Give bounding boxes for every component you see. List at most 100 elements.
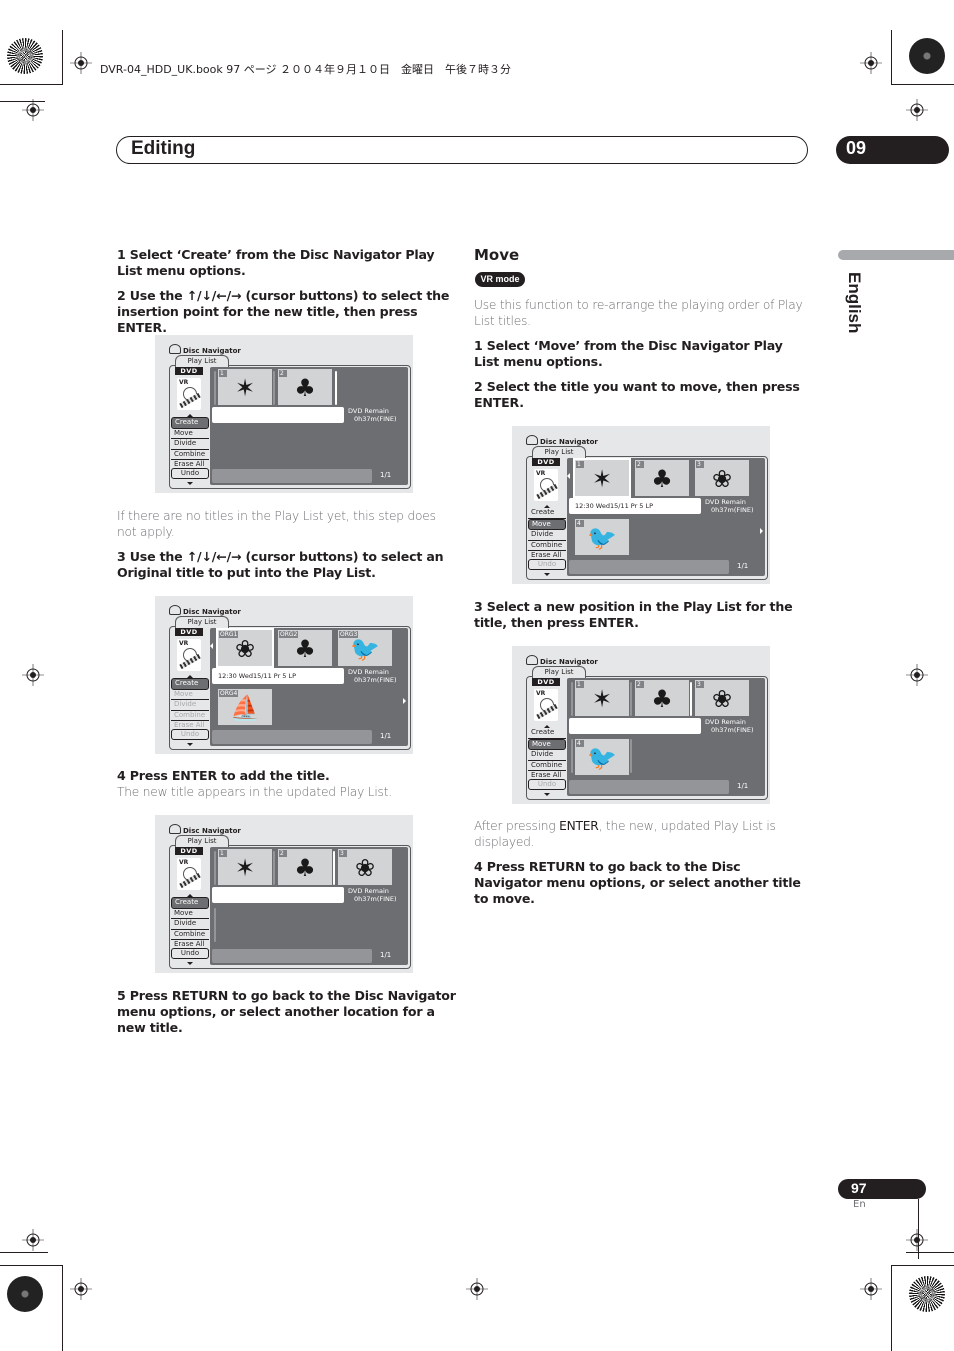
menu-item-divide[interactable]: Divide — [528, 530, 566, 541]
menu-item-divide[interactable]: Divide — [171, 439, 209, 450]
disc-navigator-screen: Disc Navigator Play List DVD VR Create Move Di… — [155, 335, 413, 493]
registration-mark-icon — [22, 1229, 44, 1251]
dvd-remain: DVD Remain 0h37m(FINE) — [348, 887, 406, 903]
language-tab-label: English — [845, 272, 864, 334]
title-thumbnail[interactable]: 4 🐦 — [575, 739, 629, 775]
scroll-right-icon[interactable] — [403, 698, 406, 704]
title-thumbnail[interactable]: ORG2 ♣ — [278, 630, 332, 666]
menu-item-move[interactable]: Move — [528, 738, 566, 750]
screen-sidebar: DVD VR Create Move Divide Combine Erase All Und… — [528, 458, 568, 578]
scroll-left-icon[interactable] — [210, 643, 213, 649]
title-list-area: ORG1 ❀ ORG2 ♣ ORG3 🐦 ORG4 ⛵ 12:30 Wed15/11 Pr 5 … — [210, 628, 408, 746]
tab-play-list[interactable]: Play List — [532, 446, 586, 458]
vr-label: VR — [179, 379, 189, 386]
screen-title: Disc Navigator — [169, 824, 241, 835]
dvd-disc-label: DVD — [175, 628, 203, 636]
leaf-icon: ✶ — [234, 373, 256, 402]
menu-item-create[interactable]: Create — [171, 897, 209, 909]
title-number: 1 — [576, 461, 584, 468]
title-thumbnail[interactable]: 1 ✶ — [575, 680, 629, 716]
dvd-disc-label: DVD — [175, 847, 203, 855]
title-thumbnail[interactable]: ORG1 ❀ — [216, 628, 274, 668]
title-thumbnail[interactable]: 3 ❀ — [695, 680, 749, 716]
title-thumbnail[interactable]: 2 ♣ — [278, 369, 332, 405]
title-thumbnail[interactable]: ORG4 ⛵ — [218, 689, 272, 725]
crop-mark — [891, 1265, 954, 1266]
screen-title-text: Disc Navigator — [183, 347, 241, 355]
tab-play-list[interactable]: Play List — [175, 355, 229, 367]
title-thumbnail[interactable]: 1 ✶ — [573, 458, 631, 498]
menu-item-create[interactable]: Create — [528, 728, 566, 739]
menu-item-divide[interactable]: Divide — [528, 750, 566, 761]
insertion-cursor — [690, 682, 692, 716]
undo-button[interactable]: Undo — [171, 468, 209, 479]
scroll-right-icon[interactable] — [760, 528, 763, 534]
screen-sidebar: DVD VR Create Move Divide Combine Erase All Und… — [171, 628, 211, 748]
move-step-1: 1 Select ‘Move’ from the Disc Navigator … — [474, 338, 783, 369]
menu-item-combine[interactable]: Combine — [528, 761, 566, 771]
registration-mark-icon — [70, 52, 92, 74]
registration-mark-icon — [22, 664, 44, 686]
title-thumbnail[interactable]: 4 🐦 — [575, 519, 629, 555]
tab-play-list[interactable]: Play List — [175, 835, 229, 847]
title-thumbnail[interactable]: 2 ♣ — [635, 680, 689, 716]
menu-item-move[interactable]: Move — [528, 518, 566, 530]
menu-item-combine[interactable]: Combine — [171, 711, 209, 721]
menu-item-create[interactable]: Create — [171, 417, 209, 429]
disc-navigator-screen: Disc Navigator Play List DVD VR Create Move Di… — [512, 646, 770, 804]
vr-label: VR — [179, 640, 189, 647]
menu-item-create[interactable]: Create — [528, 508, 566, 519]
page-indicator: 1/1 — [380, 951, 392, 959]
title-thumbnail[interactable]: 3 ❀ — [338, 849, 392, 885]
scroll-down-icon[interactable] — [187, 743, 193, 746]
tab-play-list[interactable]: Play List — [532, 666, 586, 678]
page-indicator: 1/1 — [737, 782, 749, 790]
tab-play-list[interactable]: Play List — [175, 616, 229, 628]
undo-button[interactable]: Undo — [171, 948, 209, 959]
menu-item-divide[interactable]: Divide — [171, 700, 209, 711]
menu-item-combine[interactable]: Combine — [171, 450, 209, 460]
menu-item-combine[interactable]: Combine — [171, 930, 209, 940]
menu-item-combine[interactable]: Combine — [528, 541, 566, 551]
title-thumbnail[interactable]: 1 ✶ — [218, 369, 272, 405]
undo-button[interactable]: Undo — [528, 559, 566, 570]
move-heading: Move — [474, 246, 520, 264]
screen-title-text: Disc Navigator — [183, 827, 241, 835]
scroll-down-icon[interactable] — [187, 962, 193, 965]
scroll-down-icon[interactable] — [544, 573, 550, 576]
dvd-disc-label: DVD — [175, 367, 203, 375]
dvd-remain-time: 0h37m(FINE) — [354, 895, 397, 903]
menu-item-move[interactable]: Move — [171, 690, 209, 700]
menu-item-create[interactable]: Create — [171, 678, 209, 690]
scroll-left-icon[interactable] — [567, 473, 570, 479]
dvd-remain-label: DVD Remain — [348, 887, 389, 895]
scroll-down-icon[interactable] — [544, 793, 550, 796]
insertion-cursor — [214, 851, 216, 885]
screen-title-text: Disc Navigator — [183, 608, 241, 616]
toucan-icon: 🐦 — [350, 634, 380, 663]
undo-button[interactable]: Undo — [171, 729, 209, 740]
title-info-bar — [212, 407, 344, 423]
menu-item-move[interactable]: Move — [171, 429, 209, 439]
menu-item-move[interactable]: Move — [171, 909, 209, 919]
disc-navigator-icon — [169, 605, 181, 615]
print-header: DVR-04_HDD_UK.book 97 ページ ２００４年９月１０日 金曜日… — [100, 63, 512, 76]
title-thumbnail[interactable]: 1 ✶ — [218, 849, 272, 885]
title-thumbnail[interactable]: ORG3 🐦 — [338, 630, 392, 666]
menu-item-divide[interactable]: Divide — [171, 919, 209, 930]
title-thumbnail[interactable]: 2 ♣ — [278, 849, 332, 885]
dvd-remain: DVD Remain 0h37m(FINE) — [705, 718, 763, 734]
title-thumbnail[interactable]: 3 ❀ — [695, 460, 749, 496]
scroll-down-icon[interactable] — [187, 482, 193, 485]
screen-sidebar: DVD VR Create Move Divide Combine Erase All Und… — [528, 678, 568, 798]
undo-button[interactable]: Undo — [528, 779, 566, 790]
vr-mode-badge: VR mode — [475, 272, 525, 287]
title-number: 2 — [279, 370, 287, 377]
page-indicator: 1/1 — [380, 732, 392, 740]
vr-disc-icon: VR — [177, 858, 201, 890]
title-info-bar — [569, 718, 701, 734]
screen-title: Disc Navigator — [169, 605, 241, 616]
dvd-remain-label: DVD Remain — [705, 718, 746, 726]
title-thumbnail[interactable]: 2 ♣ — [635, 460, 689, 496]
dvd-remain-label: DVD Remain — [705, 498, 746, 506]
